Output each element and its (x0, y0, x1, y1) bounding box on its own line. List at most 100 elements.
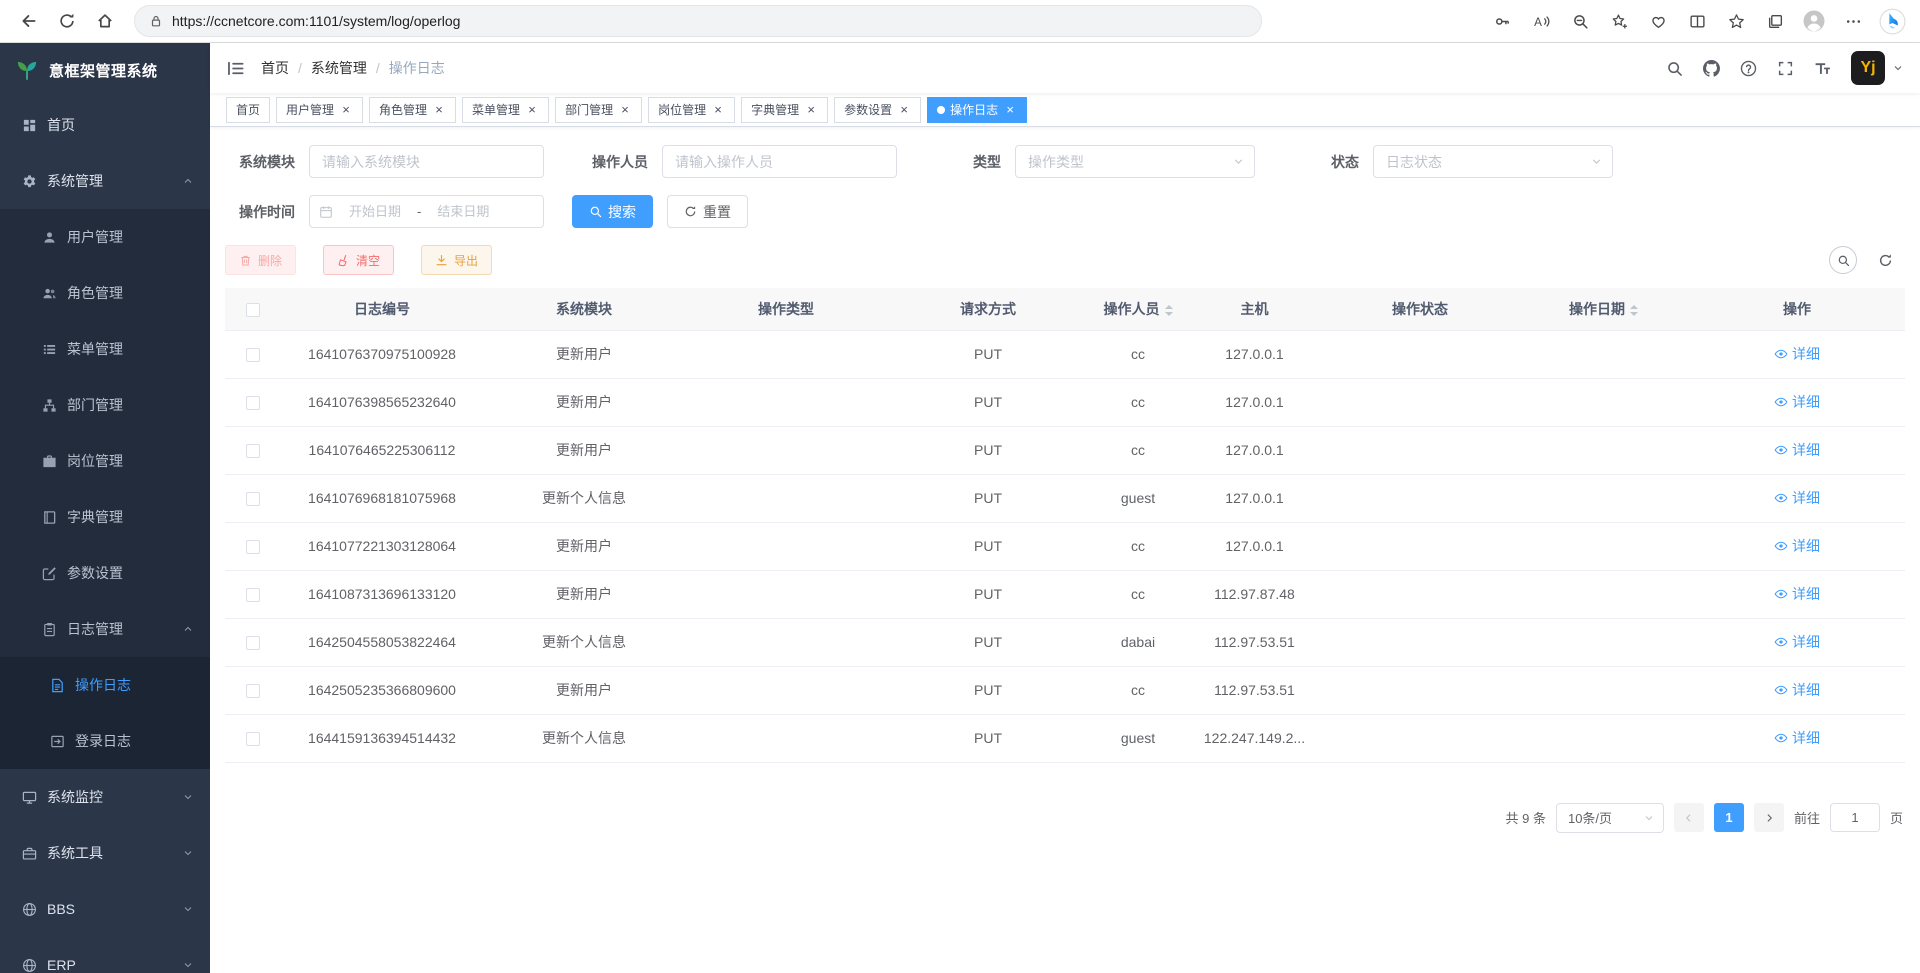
close-tab-icon[interactable]: × (711, 103, 725, 117)
status-select[interactable] (1373, 145, 1613, 178)
page-number-button[interactable]: 1 (1714, 803, 1744, 832)
tab-role-mgmt[interactable]: 角色管理× (369, 97, 456, 123)
close-tab-icon[interactable]: × (432, 103, 446, 117)
sort-carets-icon[interactable] (1630, 305, 1638, 316)
sidebar-item-dict-mgmt[interactable]: 字典管理 (0, 489, 210, 545)
github-icon[interactable] (1703, 60, 1720, 77)
sidebar-item-system-monitor[interactable]: 系统监控 (0, 769, 210, 825)
read-aloud-button[interactable]: A (1525, 4, 1557, 38)
search-button[interactable]: 搜索 (572, 195, 653, 228)
tab-user-mgmt[interactable]: 用户管理× (276, 97, 363, 123)
row-checkbox[interactable] (246, 684, 260, 698)
detail-link[interactable]: 详细 (1774, 344, 1820, 364)
detail-link[interactable]: 详细 (1774, 728, 1820, 748)
browser-profile-button[interactable] (1798, 4, 1830, 38)
hamburger-icon[interactable] (226, 59, 245, 78)
user-menu[interactable]: Yj (1851, 51, 1904, 85)
sidebar-item-post-mgmt[interactable]: 岗位管理 (0, 433, 210, 489)
sidebar-item-erp[interactable]: ERP (0, 937, 210, 973)
row-checkbox[interactable] (246, 732, 260, 746)
column-header-operator[interactable]: 操作人员 (1089, 288, 1187, 330)
collections-button[interactable] (1759, 4, 1791, 38)
sidebar-item-log-mgmt[interactable]: 日志管理 (0, 601, 210, 657)
help-icon[interactable] (1740, 60, 1757, 77)
delete-button[interactable]: 删除 (225, 245, 296, 275)
close-tab-icon[interactable]: × (339, 103, 353, 117)
detail-link[interactable]: 详细 (1774, 632, 1820, 652)
fullscreen-icon[interactable] (1777, 60, 1794, 77)
type-select-input[interactable] (1015, 145, 1255, 178)
select-all-checkbox[interactable] (246, 303, 260, 317)
row-checkbox[interactable] (246, 492, 260, 506)
page-size-select[interactable]: 10条/页 (1556, 803, 1664, 833)
goto-page-input[interactable] (1830, 803, 1880, 832)
status-select-input[interactable] (1373, 145, 1613, 178)
module-input[interactable] (309, 145, 544, 178)
row-checkbox[interactable] (246, 588, 260, 602)
row-checkbox[interactable] (246, 636, 260, 650)
refresh-table-button[interactable] (1871, 246, 1899, 274)
browser-home-button[interactable] (88, 4, 122, 38)
sidebar-item-system-mgmt[interactable]: 系统管理 (0, 153, 210, 209)
close-tab-icon[interactable]: × (897, 103, 911, 117)
operator-input[interactable] (662, 145, 897, 178)
detail-link[interactable]: 详细 (1774, 392, 1820, 412)
close-tab-icon[interactable]: × (618, 103, 632, 117)
export-button[interactable]: 导出 (421, 245, 492, 275)
toggle-search-button[interactable] (1829, 246, 1857, 274)
tab-param-settings[interactable]: 参数设置× (834, 97, 921, 123)
end-date-input[interactable] (426, 204, 500, 219)
split-screen-button[interactable] (1681, 4, 1713, 38)
column-header-date[interactable]: 操作日期 (1518, 288, 1689, 330)
detail-link[interactable]: 详细 (1774, 584, 1820, 604)
address-bar[interactable]: https://ccnetcore.com:1101/system/log/op… (134, 5, 1262, 37)
font-size-icon[interactable] (1814, 60, 1831, 77)
breadcrumb-item[interactable]: 系统管理 (311, 58, 367, 78)
favorites-button[interactable] (1720, 4, 1752, 38)
close-tab-icon[interactable]: × (1003, 103, 1017, 117)
detail-link[interactable]: 详细 (1774, 488, 1820, 508)
browser-refresh-button[interactable] (50, 4, 84, 38)
sidebar-item-login-log[interactable]: 登录日志 (0, 713, 210, 769)
prev-page-button[interactable] (1674, 803, 1704, 832)
header-search-icon[interactable] (1666, 60, 1683, 77)
sidebar-item-menu-mgmt[interactable]: 菜单管理 (0, 321, 210, 377)
reset-button[interactable]: 重置 (667, 195, 748, 228)
type-select[interactable] (1015, 145, 1255, 178)
detail-link[interactable]: 详细 (1774, 536, 1820, 556)
sidebar-item-param-settings[interactable]: 参数设置 (0, 545, 210, 601)
sidebar-item-role-mgmt[interactable]: 角色管理 (0, 265, 210, 321)
tab-menu-mgmt[interactable]: 菜单管理× (462, 97, 549, 123)
browser-back-button[interactable] (12, 4, 46, 38)
app-logo[interactable]: 意框架管理系统 (0, 43, 210, 97)
date-range-picker[interactable]: - (309, 195, 544, 228)
tab-dict-mgmt[interactable]: 字典管理× (741, 97, 828, 123)
sidebar-item-oper-log[interactable]: 操作日志 (0, 657, 210, 713)
row-checkbox[interactable] (246, 444, 260, 458)
row-checkbox[interactable] (246, 396, 260, 410)
browser-menu-button[interactable] (1837, 4, 1869, 38)
copilot-button[interactable] (1876, 4, 1908, 38)
breadcrumb-item[interactable]: 首页 (261, 58, 289, 78)
sidebar-item-user-mgmt[interactable]: 用户管理 (0, 209, 210, 265)
close-tab-icon[interactable]: × (804, 103, 818, 117)
sidebar-item-home[interactable]: 首页 (0, 97, 210, 153)
tab-home[interactable]: 首页 (226, 97, 270, 123)
sidebar-item-bbs[interactable]: BBS (0, 881, 210, 937)
clear-button[interactable]: 清空 (323, 245, 394, 275)
start-date-input[interactable] (338, 204, 412, 219)
password-key-icon[interactable] (1486, 4, 1518, 38)
row-checkbox[interactable] (246, 348, 260, 362)
tab-oper-log[interactable]: 操作日志× (927, 97, 1027, 123)
next-page-button[interactable] (1754, 803, 1784, 832)
detail-link[interactable]: 详细 (1774, 440, 1820, 460)
sort-carets-icon[interactable] (1165, 305, 1173, 316)
detail-link[interactable]: 详细 (1774, 680, 1820, 700)
tab-post-mgmt[interactable]: 岗位管理× (648, 97, 735, 123)
zoom-out-button[interactable] (1564, 4, 1596, 38)
add-favorite-button[interactable] (1603, 4, 1635, 38)
sidebar-item-dept-mgmt[interactable]: 部门管理 (0, 377, 210, 433)
row-checkbox[interactable] (246, 540, 260, 554)
browser-essentials-button[interactable] (1642, 4, 1674, 38)
sidebar-item-system-tools[interactable]: 系统工具 (0, 825, 210, 881)
